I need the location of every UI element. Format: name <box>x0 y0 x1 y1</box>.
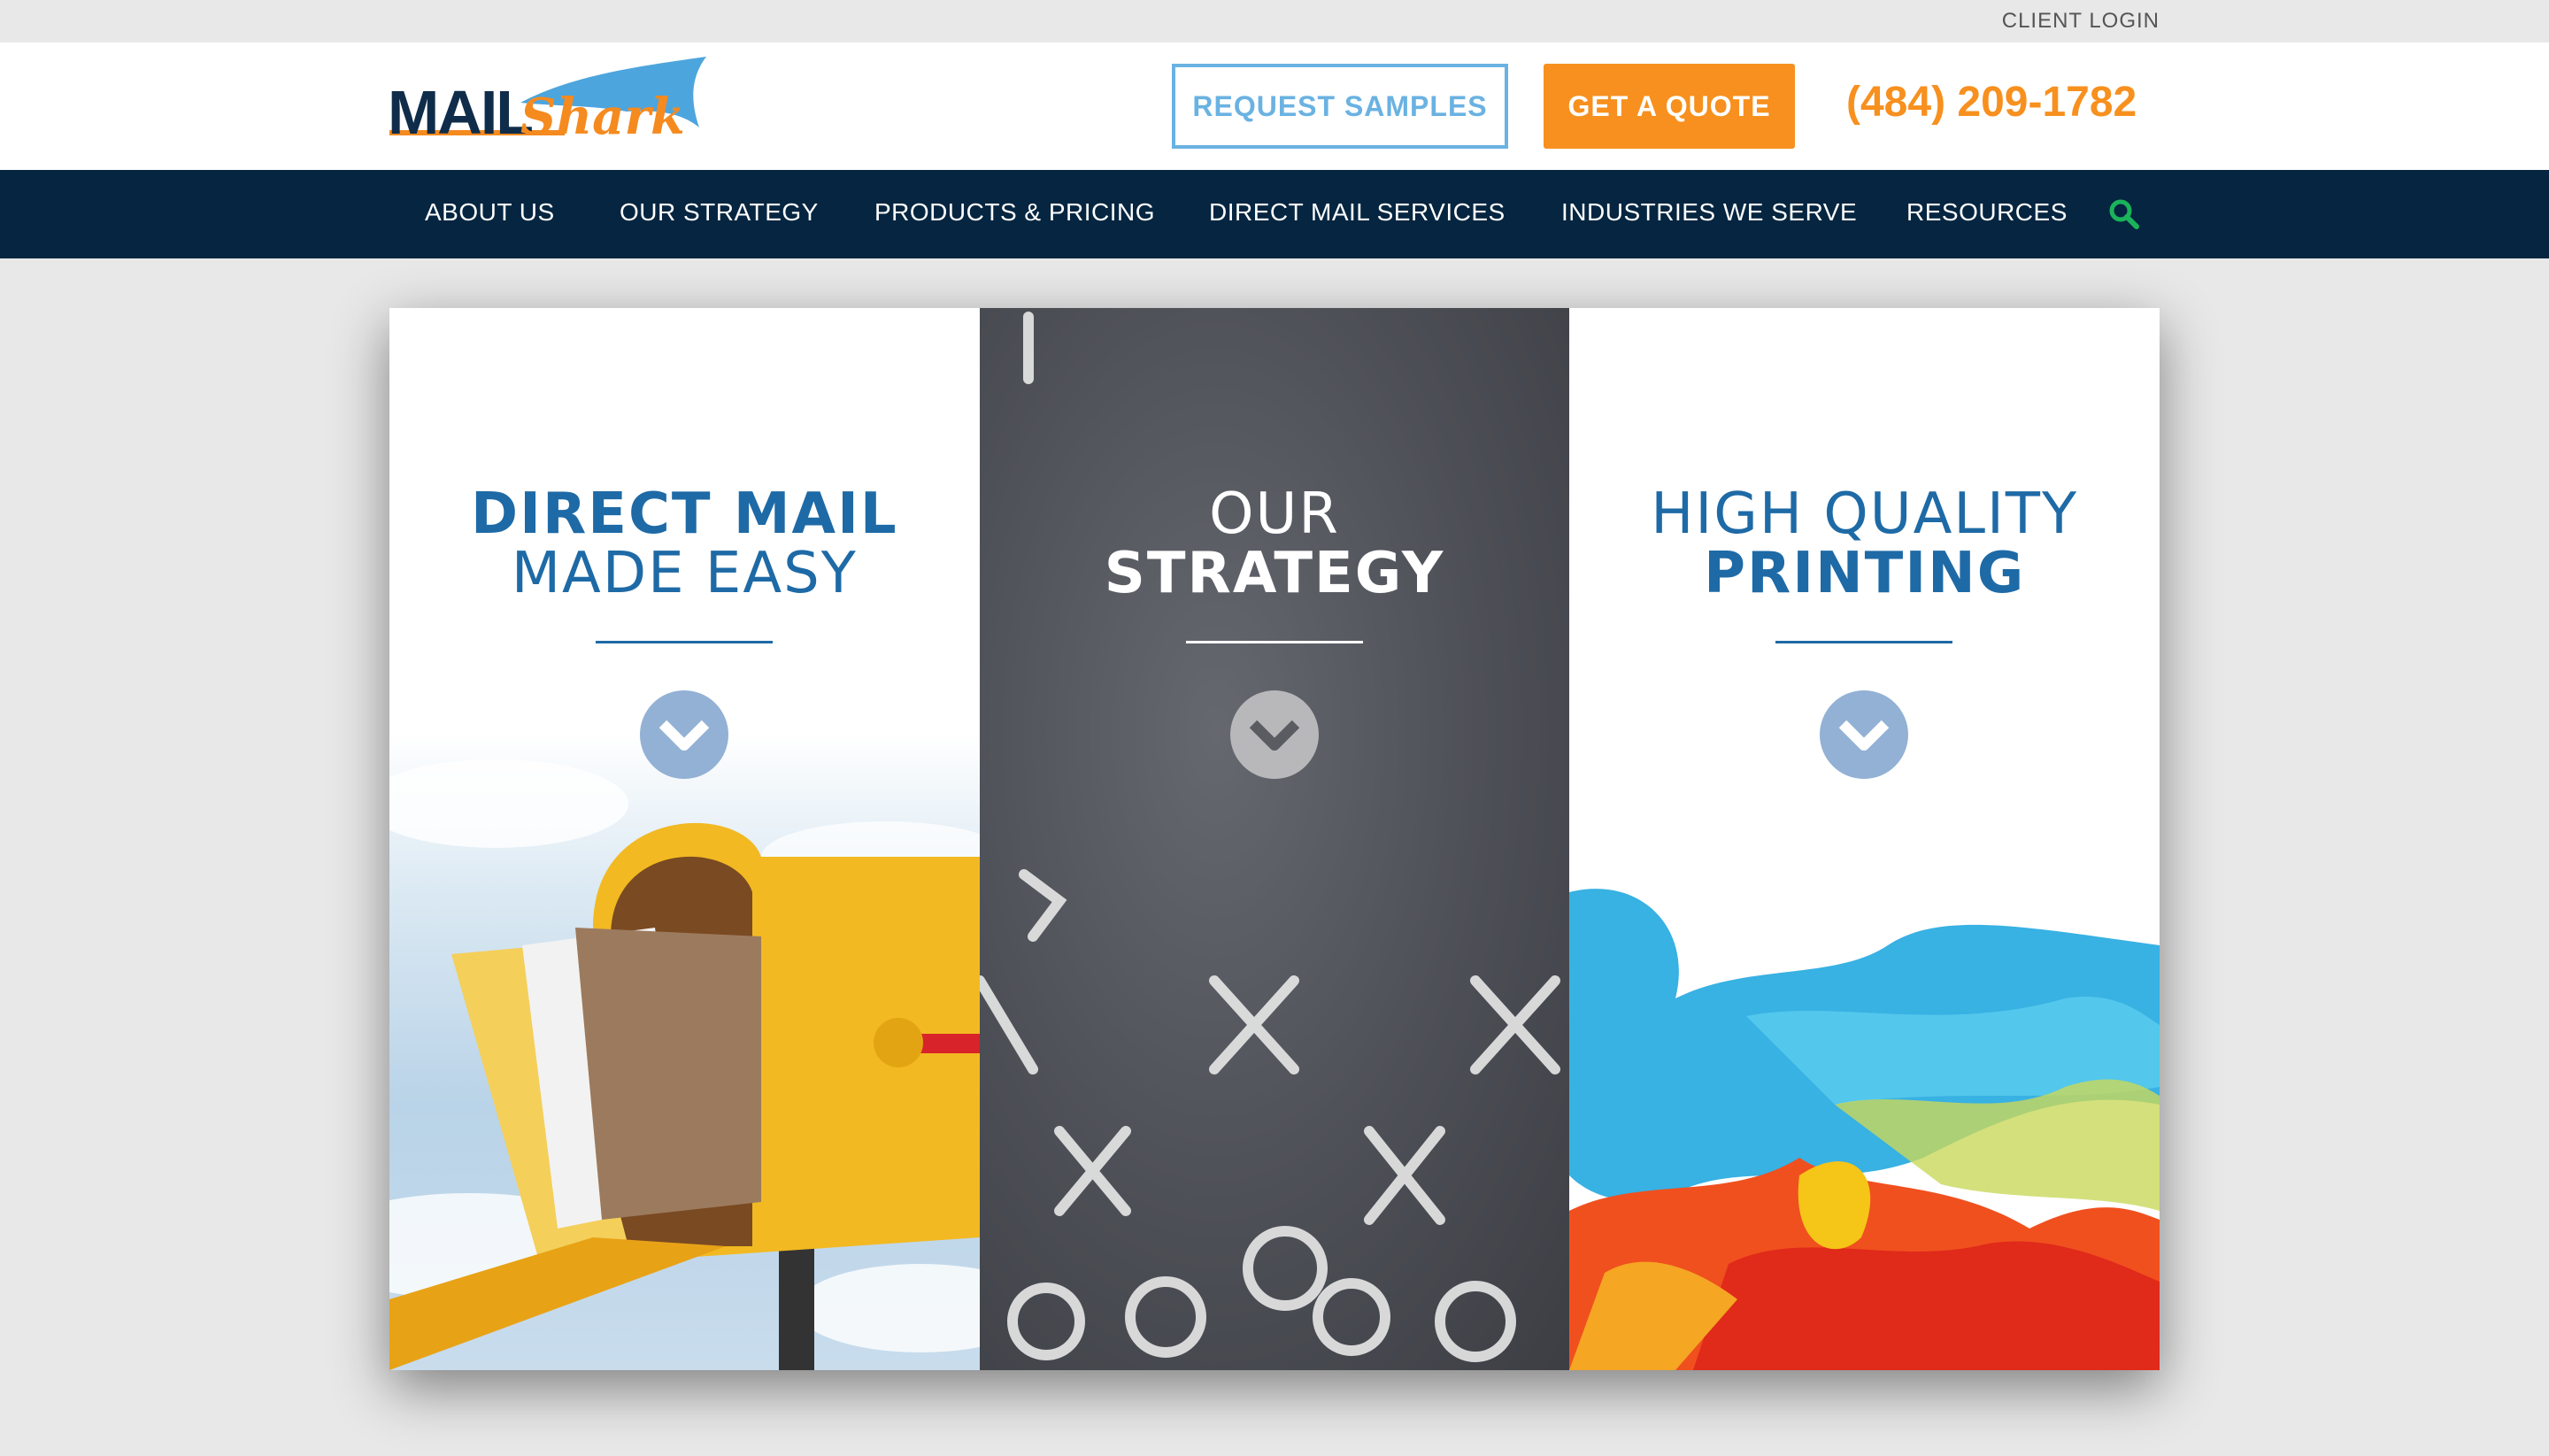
chalkboard-illustration <box>979 312 1560 1362</box>
phone-number-link[interactable]: (484) 209-1782 <box>1846 78 2137 127</box>
panel-printing[interactable]: HIGH QUALITY PRINTING <box>1569 308 2160 1370</box>
panel-divider <box>1775 641 1953 643</box>
nav-item-products-pricing[interactable]: PRODUCTS & PRICING <box>874 198 1155 227</box>
panel-title-line2: STRATEGY <box>1104 541 1445 607</box>
nav-item-direct-mail-services[interactable]: DIRECT MAIL SERVICES <box>1209 198 1506 227</box>
panel-title-line1: OUR <box>1209 481 1340 547</box>
panel-title-direct-mail: DIRECT MAIL MADE EASY <box>389 481 980 607</box>
chevron-down-icon[interactable] <box>1820 690 1909 779</box>
panel-our-strategy[interactable]: OUR STRATEGY <box>979 308 1570 1370</box>
search-icon[interactable] <box>2106 196 2142 232</box>
feature-panels: DIRECT MAIL MADE EASY OUR STRATEGY HIGH … <box>389 308 2160 1370</box>
utility-bar: CLIENT LOGIN <box>0 0 2549 42</box>
panel-title-line2: PRINTING <box>1704 541 2026 607</box>
client-login-link[interactable]: CLIENT LOGIN <box>2002 9 2160 34</box>
panel-divider <box>596 641 773 643</box>
panel-divider <box>1185 641 1363 643</box>
nav-item-industries-we-serve[interactable]: INDUSTRIES WE SERVE <box>1561 198 1857 227</box>
ink-splash-illustration <box>1569 889 2160 1370</box>
logo-mail-text: MAIL <box>388 78 534 147</box>
nav-item-about-us[interactable]: ABOUT US <box>425 198 555 227</box>
chevron-down-icon[interactable] <box>1229 690 1319 779</box>
panel-title-line1: HIGH QUALITY <box>1651 481 2079 547</box>
nav-item-our-strategy[interactable]: OUR STRATEGY <box>620 198 819 227</box>
main-nav: ABOUT US OUR STRATEGY PRODUCTS & PRICING… <box>0 170 2549 258</box>
panel-title-line1: DIRECT MAIL <box>471 481 898 547</box>
panel-title-our-strategy: OUR STRATEGY <box>980 481 1570 607</box>
nav-item-resources[interactable]: RESOURCES <box>1906 198 2068 227</box>
request-samples-button[interactable]: REQUEST SAMPLES <box>1172 64 1508 149</box>
site-header: MAIL Shark REQUEST SAMPLES GET A QUOTE (… <box>0 42 2549 170</box>
panel-title-line2: MADE EASY <box>511 541 858 607</box>
mailshark-logo[interactable]: MAIL Shark <box>388 57 715 156</box>
mailbox-illustration <box>389 759 980 1370</box>
panel-title-printing: HIGH QUALITY PRINTING <box>1569 481 2160 607</box>
panel-direct-mail[interactable]: DIRECT MAIL MADE EASY <box>389 308 980 1370</box>
chevron-down-icon[interactable] <box>640 690 728 779</box>
get-a-quote-button[interactable]: GET A QUOTE <box>1544 64 1795 149</box>
logo-shark-text: Shark <box>520 88 685 146</box>
